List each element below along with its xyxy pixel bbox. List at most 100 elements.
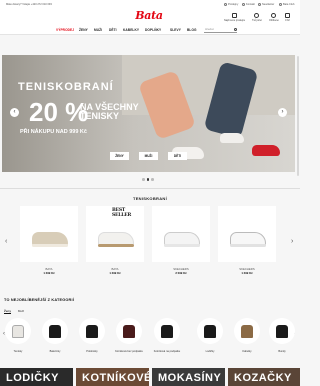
nav-item-bags[interactable]: KABELKY: [123, 28, 139, 32]
product-price: 1 299 Kč: [109, 271, 121, 275]
find-store-button[interactable]: Najdi svou prodejnu: [224, 13, 245, 22]
category-image: [234, 318, 260, 344]
pin-icon: [224, 2, 227, 6]
category-item[interactable]: Tenisky: [4, 318, 32, 353]
product-price: 2 099 Kč: [175, 271, 187, 275]
category-image: [42, 318, 68, 344]
category-image: [116, 318, 142, 344]
favorites-button[interactable]: Oblíbené: [269, 13, 279, 22]
nav-item-sale[interactable]: VÝPRODEJ: [56, 28, 74, 32]
nav-item-kids[interactable]: DĚTI: [109, 28, 117, 32]
tab-men[interactable]: Muži: [18, 309, 24, 313]
category-item[interactable]: Kotníková bez podpatku: [115, 318, 143, 353]
nav-item-women[interactable]: ŽENY: [79, 28, 88, 32]
jacket-icon: [276, 325, 288, 338]
hero-women-button[interactable]: ŽENY: [110, 152, 129, 160]
category-item[interactable]: Kotníková na podpatku: [153, 318, 181, 353]
banner-ankle-boots[interactable]: KOTNÍKOVÉ: [76, 368, 149, 386]
banner-moccasins[interactable]: MOKASÍNY: [152, 368, 225, 386]
user-icon: [254, 13, 260, 18]
product-caption: BATA 1 299 Kč: [20, 267, 78, 275]
cart-icon: [285, 13, 290, 18]
product-caption: SKECHERS 2 099 Kč: [152, 267, 210, 275]
cart-button[interactable]: 0 Kč: [285, 13, 290, 22]
hero-banner[interactable]: TENISKOBRANÍ 20 % NA VŠECHNY TENISKY PŘI…: [2, 55, 295, 172]
bata-logo[interactable]: Bata: [134, 10, 164, 22]
sneaker-icon: [12, 325, 24, 338]
shoe-icon: [86, 325, 98, 338]
banner-pumps[interactable]: LODIČKY: [0, 368, 73, 386]
newsletter-link[interactable]: Newsletter: [258, 2, 274, 6]
product-caption: BATA 1 299 Kč: [86, 267, 144, 275]
nav-item-blog[interactable]: BLOG: [187, 28, 197, 32]
hero-sneaker: [220, 133, 244, 143]
product-card[interactable]: BEST SELLER: [86, 206, 144, 262]
main-navigation: VÝPRODEJ ŽENY MUŽI DĚTI KABELKY DOPLŇKY …: [0, 25, 300, 35]
contact-link[interactable]: Kontakt: [242, 2, 255, 6]
tab-women[interactable]: Ženy: [4, 309, 12, 314]
store-icon: [232, 13, 238, 18]
category-image: [269, 318, 295, 344]
nav-item-discounts[interactable]: SLEVY: [170, 28, 181, 32]
category-item[interactable]: Bundy: [268, 318, 296, 353]
heeled-boot-icon: [161, 325, 173, 338]
category-tabs: Ženy Muži: [4, 309, 30, 314]
boot-icon: [123, 325, 135, 338]
hotline-text: Máte dotazy? Volejte +420 272 010 093: [6, 3, 52, 6]
hero-title: TENISKOBRANÍ: [18, 81, 114, 93]
site-header: Bata Najdi svou prodejnu Tvůj účet Oblíb…: [0, 9, 300, 25]
nav-item-men[interactable]: MUŽI: [94, 28, 102, 32]
hero-kids-button[interactable]: DĚTI: [168, 152, 187, 160]
product-price: 1 299 Kč: [43, 271, 55, 275]
product-sole: [230, 244, 266, 247]
hero-sneaker: [252, 145, 280, 156]
product-sole: [32, 244, 68, 247]
slider-dots: [142, 178, 154, 181]
top-utility-bar: Máte dotazy? Volejte +420 272 010 093 Pr…: [0, 0, 300, 9]
hero-prev-arrow-icon[interactable]: ‹: [10, 108, 19, 117]
product-sole: [164, 244, 200, 247]
products-prev-icon[interactable]: ‹: [5, 238, 7, 245]
products-title: TENISKOBRANÍ: [132, 196, 168, 201]
category-image: [154, 318, 180, 344]
ballerina-icon: [49, 325, 61, 338]
category-item[interactable]: Polobotky: [78, 318, 106, 353]
category-image: [5, 318, 31, 344]
slider-dot[interactable]: [151, 178, 154, 181]
product-sole: [98, 244, 134, 247]
product-price: 1 299 Kč: [241, 271, 253, 275]
bata-club-link[interactable]: Bata Club: [279, 2, 294, 6]
hero-subtitle: NA VŠECHNY TENISKY: [80, 102, 139, 121]
category-item[interactable]: Lodičky: [196, 318, 224, 353]
product-caption: SKECHERS 1 299 Kč: [218, 267, 276, 275]
search-icon[interactable]: [233, 27, 237, 31]
slider-dot-active[interactable]: [146, 178, 149, 181]
product-card[interactable]: [20, 206, 78, 262]
hero-condition: PŘI NÁKUPU NAD 999 Kč: [20, 129, 87, 135]
products-next-icon[interactable]: ›: [291, 238, 293, 245]
category-item[interactable]: Balerínky: [41, 318, 69, 353]
category-banners: LODIČKY KOTNÍKOVÉ MOKASÍNY KOZAČKY: [0, 368, 300, 386]
phone-icon: [242, 2, 245, 6]
category-item[interactable]: Kabelky: [233, 318, 261, 353]
scrollbar[interactable]: [297, 56, 299, 176]
account-button[interactable]: Tvůj účet: [252, 13, 262, 22]
categories-title: TO NEJOBLÍBENĚJŠÍ Z KATEGORIÍ: [4, 298, 75, 302]
slider-dot[interactable]: [142, 178, 145, 181]
banner-high-boots[interactable]: KOZAČKY: [228, 368, 300, 386]
stores-link[interactable]: Prodejny: [224, 2, 238, 6]
search-placeholder: Hledat: [205, 27, 214, 31]
club-icon: [279, 2, 282, 6]
heart-icon: [271, 13, 277, 18]
divider: [0, 188, 300, 189]
product-card[interactable]: [218, 206, 276, 262]
best-seller-badge: BEST SELLER: [112, 208, 131, 218]
product-card[interactable]: [152, 206, 210, 262]
category-image: [79, 318, 105, 344]
handbag-icon: [241, 325, 253, 338]
category-image: [197, 318, 223, 344]
nav-item-accessories[interactable]: DOPLŇKY: [145, 28, 161, 32]
hero-men-button[interactable]: MUŽI: [139, 152, 158, 160]
hero-next-arrow-icon[interactable]: ›: [278, 108, 287, 117]
search-input[interactable]: Hledat: [204, 27, 237, 33]
